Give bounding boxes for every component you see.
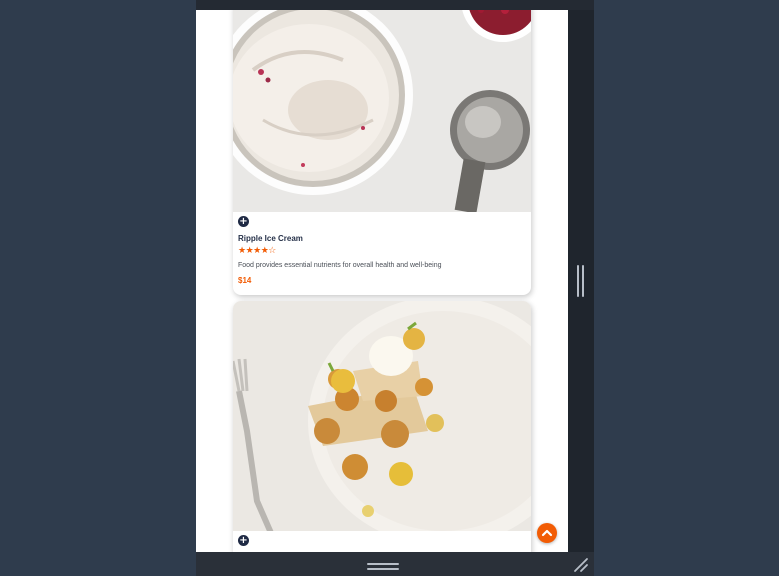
scroll-to-top-button[interactable] (537, 523, 557, 543)
vertical-resize-grip-icon[interactable] (577, 265, 585, 297)
chevron-up-icon (541, 529, 553, 537)
product-card[interactable]: + Ripple Ice Cream ★★★★☆ Food provides e… (233, 10, 531, 295)
ice-cream-image (233, 10, 531, 212)
product-title: Ripple Ice Cream (238, 234, 303, 243)
add-to-cart-icon[interactable]: + (238, 216, 249, 227)
rating-stars: ★★★★☆ (238, 246, 276, 256)
resize-grip-icon[interactable] (572, 557, 590, 573)
product-description: Food provides essential nutrients for ov… (238, 262, 442, 269)
horizontal-resize-grip-icon[interactable] (367, 563, 399, 570)
product-price: $14 (238, 276, 252, 285)
app-viewport[interactable]: + Ripple Ice Cream ★★★★☆ Food provides e… (196, 10, 568, 552)
dessert-image (233, 301, 531, 531)
product-card[interactable]: + (233, 301, 531, 552)
add-to-cart-icon[interactable]: + (238, 535, 249, 546)
